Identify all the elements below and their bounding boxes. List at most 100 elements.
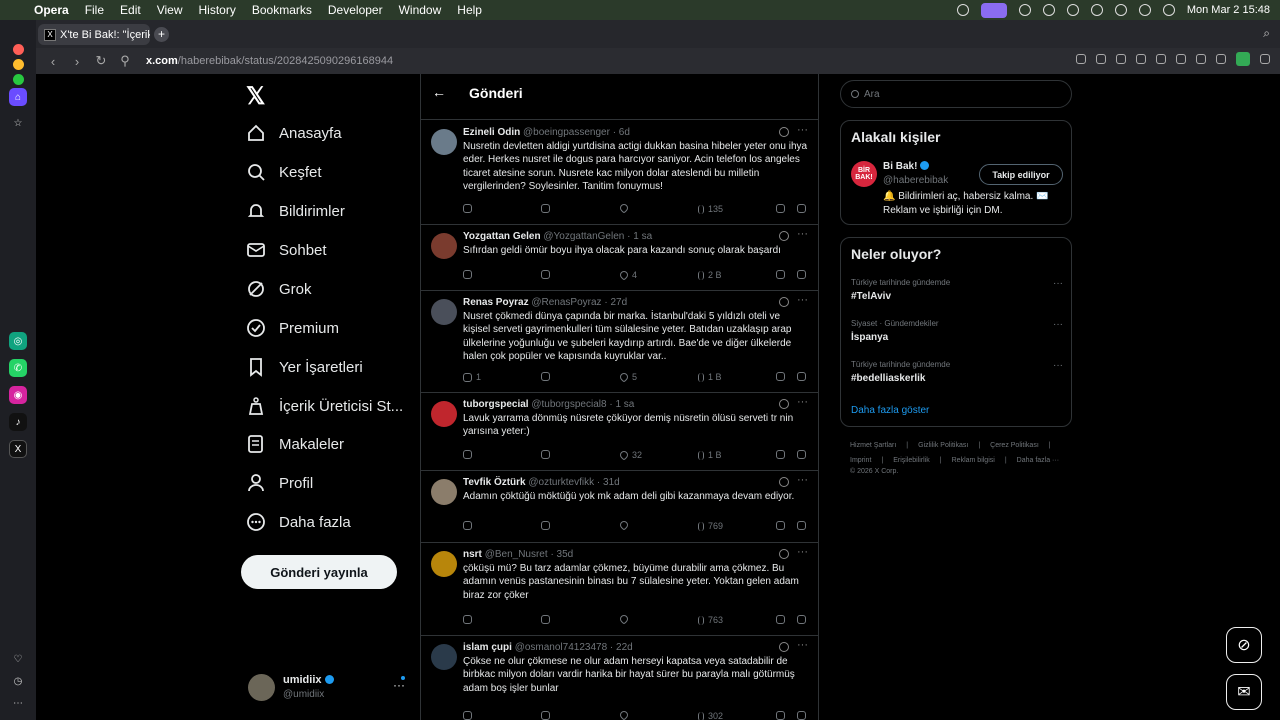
- more-icon[interactable]: ···: [797, 639, 808, 651]
- menu-app-name[interactable]: Opera: [34, 3, 69, 17]
- more-icon[interactable]: ···: [797, 294, 808, 306]
- share-button[interactable]: [797, 270, 810, 279]
- footer-link[interactable]: Imprint: [850, 457, 871, 464]
- share-button[interactable]: [797, 711, 810, 720]
- bookmark-button[interactable]: [776, 372, 789, 381]
- share-button[interactable]: [797, 372, 810, 381]
- user-icon[interactable]: [1066, 4, 1079, 16]
- heart-icon[interactable]: [1176, 54, 1186, 64]
- status-icon[interactable]: [956, 4, 969, 16]
- nav-item-5[interactable]: Grok: [246, 274, 312, 304]
- more-icon[interactable]: ···: [797, 124, 808, 136]
- screen-record-icon[interactable]: [980, 2, 1007, 18]
- tweet-handle[interactable]: @osmanol74123478: [515, 642, 607, 653]
- url-field[interactable]: x.com/haberebibak/status/202842509029616…: [146, 55, 393, 67]
- more-icon[interactable]: ···: [797, 474, 808, 486]
- reply-button[interactable]: [463, 615, 476, 624]
- tweet-author[interactable]: tuborgspecial: [463, 399, 529, 410]
- footer-link[interactable]: Çerez Politikası: [990, 442, 1039, 449]
- tweet-handle[interactable]: @tuborgspecial8: [531, 399, 606, 410]
- grok-icon[interactable]: [779, 477, 789, 487]
- trend-item[interactable]: Türkiye tarihinde gündemde #bedelliasker…: [851, 360, 1063, 384]
- chatgpt-icon[interactable]: ◎: [9, 332, 27, 350]
- tweet[interactable]: tuborgspecial @tuborgspecial8 · 1 sa ··· L…: [421, 393, 818, 471]
- window-zoom-button[interactable]: [13, 74, 24, 85]
- views-button[interactable]: 135: [698, 204, 723, 214]
- like-button[interactable]: [618, 613, 632, 625]
- grok-icon[interactable]: ⊘: [1226, 627, 1262, 663]
- back-arrow-icon[interactable]: ←: [432, 84, 446, 100]
- tweet-handle[interactable]: @boeingpassenger: [523, 127, 610, 138]
- avatar[interactable]: BİR BAK!: [851, 161, 877, 187]
- reload-icon[interactable]: ↻: [94, 53, 108, 69]
- tweet-author[interactable]: nsrt: [463, 549, 482, 560]
- reply-button[interactable]: [463, 204, 476, 213]
- forward-icon[interactable]: ›: [70, 54, 84, 69]
- share-button[interactable]: [797, 450, 810, 459]
- tab-active[interactable]: X X'te Bi Bak!: "İçerik Üret: [38, 24, 150, 45]
- whatsapp-icon[interactable]: ✆: [9, 359, 27, 377]
- nav-item-2[interactable]: Keşfet: [246, 157, 322, 187]
- nav-item-6[interactable]: Premium: [246, 313, 339, 343]
- footer-link[interactable]: Erişilebilirlik: [893, 457, 930, 464]
- bookmark-button[interactable]: [776, 711, 789, 720]
- menu-file[interactable]: File: [85, 3, 104, 17]
- edit-icon[interactable]: [1076, 54, 1086, 64]
- like-button[interactable]: [618, 709, 632, 720]
- tweet[interactable]: Ezineli Odin @boeingpassenger · 6d ··· Nus…: [421, 121, 818, 225]
- camera-icon[interactable]: [1096, 54, 1106, 64]
- grok-icon[interactable]: [779, 549, 789, 559]
- more-icon[interactable]: ···: [1053, 319, 1063, 330]
- avatar[interactable]: [431, 233, 457, 259]
- tweet-time[interactable]: · 22d: [610, 642, 633, 653]
- grok-icon[interactable]: [779, 231, 789, 241]
- views-button[interactable]: 769: [698, 521, 723, 531]
- search-input[interactable]: Ara: [840, 80, 1072, 108]
- bookmark-button[interactable]: [776, 521, 789, 530]
- battery-icon[interactable]: [1090, 4, 1103, 16]
- reply-button[interactable]: [463, 521, 476, 530]
- like-button[interactable]: [618, 519, 632, 531]
- profile-avatar-icon[interactable]: [1236, 52, 1250, 66]
- tiktok-icon[interactable]: ♪: [9, 413, 27, 431]
- status-icon[interactable]: [1018, 4, 1031, 16]
- new-tab-button[interactable]: +: [154, 27, 169, 42]
- retweet-button[interactable]: [541, 204, 554, 213]
- tweet-author[interactable]: Ezineli Odin: [463, 127, 520, 138]
- views-button[interactable]: 1 B: [698, 450, 722, 460]
- reply-button[interactable]: 1: [463, 372, 481, 382]
- trend-item[interactable]: Siyaset · Gündemdekiler İspanya ···: [851, 319, 1063, 343]
- reply-button[interactable]: [463, 270, 476, 279]
- more-icon[interactable]: ···: [1053, 360, 1063, 371]
- nav-item-7[interactable]: Yer İşaretleri: [246, 352, 363, 382]
- following-button[interactable]: Takip ediliyor: [979, 164, 1063, 185]
- post-button[interactable]: Gönderi yayınla: [241, 555, 397, 589]
- tweet-author[interactable]: Tevfik Öztürk: [463, 477, 526, 488]
- messages-icon[interactable]: ✉: [1226, 674, 1262, 710]
- menu-window[interactable]: Window: [399, 3, 442, 17]
- tweet[interactable]: nsrt @Ben_Nusret · 35d ··· çöküşü mü? Bu t…: [421, 543, 818, 636]
- footer-link[interactable]: Hizmet Şartları: [850, 442, 896, 449]
- tweet-time[interactable]: · 27d: [604, 297, 627, 308]
- back-icon[interactable]: ‹: [46, 54, 60, 69]
- menu-bookmarks[interactable]: Bookmarks: [252, 3, 312, 17]
- grok-icon[interactable]: [779, 127, 789, 137]
- tweet-time[interactable]: · 1 sa: [609, 399, 634, 410]
- tweet[interactable]: Tevfik Öztürk @ozturktevfikk · 31d ··· Ada…: [421, 471, 818, 543]
- nav-item-8[interactable]: İçerik Üreticisi St...: [246, 391, 403, 421]
- play-icon[interactable]: [1042, 4, 1055, 16]
- related-name[interactable]: Bi Bak!: [883, 161, 930, 172]
- grok-icon[interactable]: [779, 399, 789, 409]
- grok-icon[interactable]: [779, 297, 789, 307]
- views-button[interactable]: 763: [698, 615, 723, 625]
- retweet-button[interactable]: [541, 711, 554, 720]
- avatar[interactable]: [431, 551, 457, 577]
- extensions-icon[interactable]: [1260, 54, 1270, 64]
- views-button[interactable]: 302: [698, 711, 723, 720]
- heart-icon[interactable]: ♡: [9, 650, 27, 668]
- security-icon[interactable]: ⚲: [118, 53, 132, 69]
- tweet[interactable]: Yozgattan Gelen @YozgattanGelen · 1 sa ··…: [421, 225, 818, 291]
- tweet[interactable]: Renas Poyraz @RenasPoyraz · 27d ··· Nusret…: [421, 291, 818, 393]
- views-button[interactable]: 1 B: [698, 372, 722, 382]
- footer-link[interactable]: Daha fazla ···: [1017, 457, 1059, 464]
